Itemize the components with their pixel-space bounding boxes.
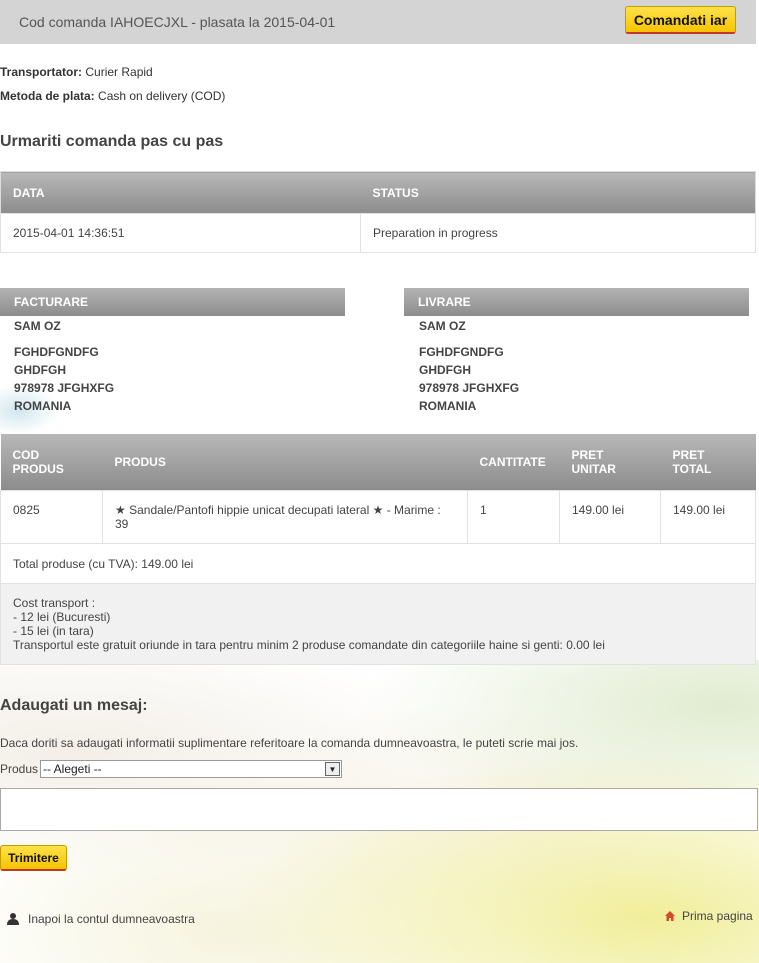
carrier-label: Transportator: (0, 65, 83, 79)
table-row: 2015-04-01 14:36:51 Preparation in progr… (0, 213, 756, 253)
user-icon (7, 913, 19, 925)
product-total-price: 149.00 lei (660, 489, 756, 544)
products-total-row: Total produse (cu TVA): 149.00 lei (0, 542, 756, 584)
billing-name: SAM OZ (14, 319, 61, 333)
table-row: 0825 ★ Sandale/Pantofi hippie unicat dec… (0, 489, 756, 544)
chevron-down-icon[interactable]: ▼ (325, 762, 340, 776)
payment-value: Cash on delivery (COD) (98, 89, 226, 103)
billing-line1: FGHDFGNDFG (14, 345, 99, 359)
shipping-line2: GHDFGH (419, 363, 471, 377)
billing-country: ROMANIA (14, 399, 72, 413)
back-to-account-label[interactable]: Inapoi la contul dumneavoastra (28, 912, 195, 926)
shipping-line1: FGHDFGNDFG (419, 345, 504, 359)
transport-line2: - 12 lei (Bucuresti) (13, 609, 111, 624)
payment-label: Metoda de plata: (0, 89, 95, 103)
column-header-unit-line2: UNITAR (571, 461, 616, 476)
home-label[interactable]: Prima pagina (682, 909, 753, 923)
billing-address: FACTURARE SAM OZ FGHDFGNDFG GHDFGH 97897… (0, 288, 345, 415)
send-button[interactable]: Trimitere (0, 845, 67, 871)
column-header-status: STATUS (360, 171, 756, 214)
products-table: COD PRODUS PRODUS CANTITATE PRET UNITAR … (0, 434, 756, 665)
message-textarea[interactable] (0, 788, 758, 831)
shipping-lines: SAM OZ FGHDFGNDFG GHDFGH 978978 JFGHXFG … (404, 316, 749, 415)
product-select-label: Produs (0, 762, 39, 776)
product-qty: 1 (467, 489, 560, 544)
product-code: 0825 (0, 489, 103, 544)
shipping-line3: 978978 JFGHXFG (419, 381, 520, 395)
products-header-row: COD PRODUS PRODUS CANTITATE PRET UNITAR … (0, 434, 756, 490)
order-header: Cod comanda IAHOECJXL - plasata la 2015-… (0, 0, 756, 44)
column-header-code: COD PRODUS (0, 434, 103, 490)
column-header-total-price: PRET TOTAL (660, 434, 756, 490)
transport-line1: Cost transport : (13, 595, 96, 610)
tracking-header-row: DATA STATUS (0, 171, 756, 214)
column-header-total-line2: TOTAL (672, 461, 712, 476)
payment-info: Metoda de plata: Cash on delivery (COD) (0, 89, 225, 103)
home-icon (665, 911, 675, 921)
product-unit-price: 149.00 lei (559, 489, 661, 544)
billing-lines: SAM OZ FGHDFGNDFG GHDFGH 978978 JFGHXFG … (0, 316, 345, 415)
shipping-heading: LIVRARE (404, 288, 749, 316)
message-title: Adaugati un mesaj: (0, 697, 148, 714)
message-description: Daca doriti sa adaugati informatii supli… (0, 736, 579, 750)
column-header-product: PRODUS (102, 434, 468, 490)
tracking-date: 2015-04-01 14:36:51 (0, 213, 361, 253)
back-to-account-link[interactable]: Inapoi la contul dumneavoastra (6, 912, 195, 926)
product-select[interactable]: -- Alegeti -- ▼ (40, 760, 342, 778)
billing-line2: GHDFGH (14, 363, 66, 377)
billing-heading: FACTURARE (0, 288, 345, 316)
product-select-value: -- Alegeti -- (43, 762, 102, 776)
tracking-status: Preparation in progress (360, 213, 756, 253)
transport-line3: - 15 lei (in tara) (13, 623, 94, 638)
reorder-button[interactable]: Comandati iar (625, 6, 736, 34)
column-header-date: DATA (0, 171, 361, 214)
tracking-table: DATA STATUS 2015-04-01 14:36:51 Preparat… (0, 171, 756, 253)
tracking-title: Urmariti comanda pas cu pas (0, 133, 224, 150)
column-header-code-line2: PRODUS (12, 461, 64, 476)
column-header-code-line1: COD (12, 447, 40, 462)
column-header-total-line1: PRET (672, 447, 705, 462)
product-name: ★ Sandale/Pantofi hippie unicat decupati… (102, 489, 468, 544)
transport-info: Cost transport : - 12 lei (Bucuresti) - … (0, 582, 756, 665)
column-header-unit-line1: PRET (571, 447, 604, 462)
carrier-value: Curier Rapid (85, 65, 153, 79)
billing-line3: 978978 JFGHXFG (14, 381, 115, 395)
shipping-country: ROMANIA (419, 399, 477, 413)
carrier-info: Transportator: Curier Rapid (0, 65, 153, 79)
column-header-unit-price: PRET UNITAR (559, 434, 661, 490)
home-link[interactable]: Prima pagina (664, 909, 753, 923)
products-total: Total produse (cu TVA): 149.00 lei (0, 542, 756, 584)
shipping-name: SAM OZ (419, 319, 466, 333)
order-title: Cod comanda IAHOECJXL - plasata la 2015-… (19, 14, 336, 30)
column-header-qty: CANTITATE (467, 434, 560, 490)
transport-line4: Transportul este gratuit oriunde in tara… (13, 637, 605, 652)
transport-row: Cost transport : - 12 lei (Bucuresti) - … (0, 582, 756, 665)
shipping-address: LIVRARE SAM OZ FGHDFGNDFG GHDFGH 978978 … (404, 288, 749, 415)
